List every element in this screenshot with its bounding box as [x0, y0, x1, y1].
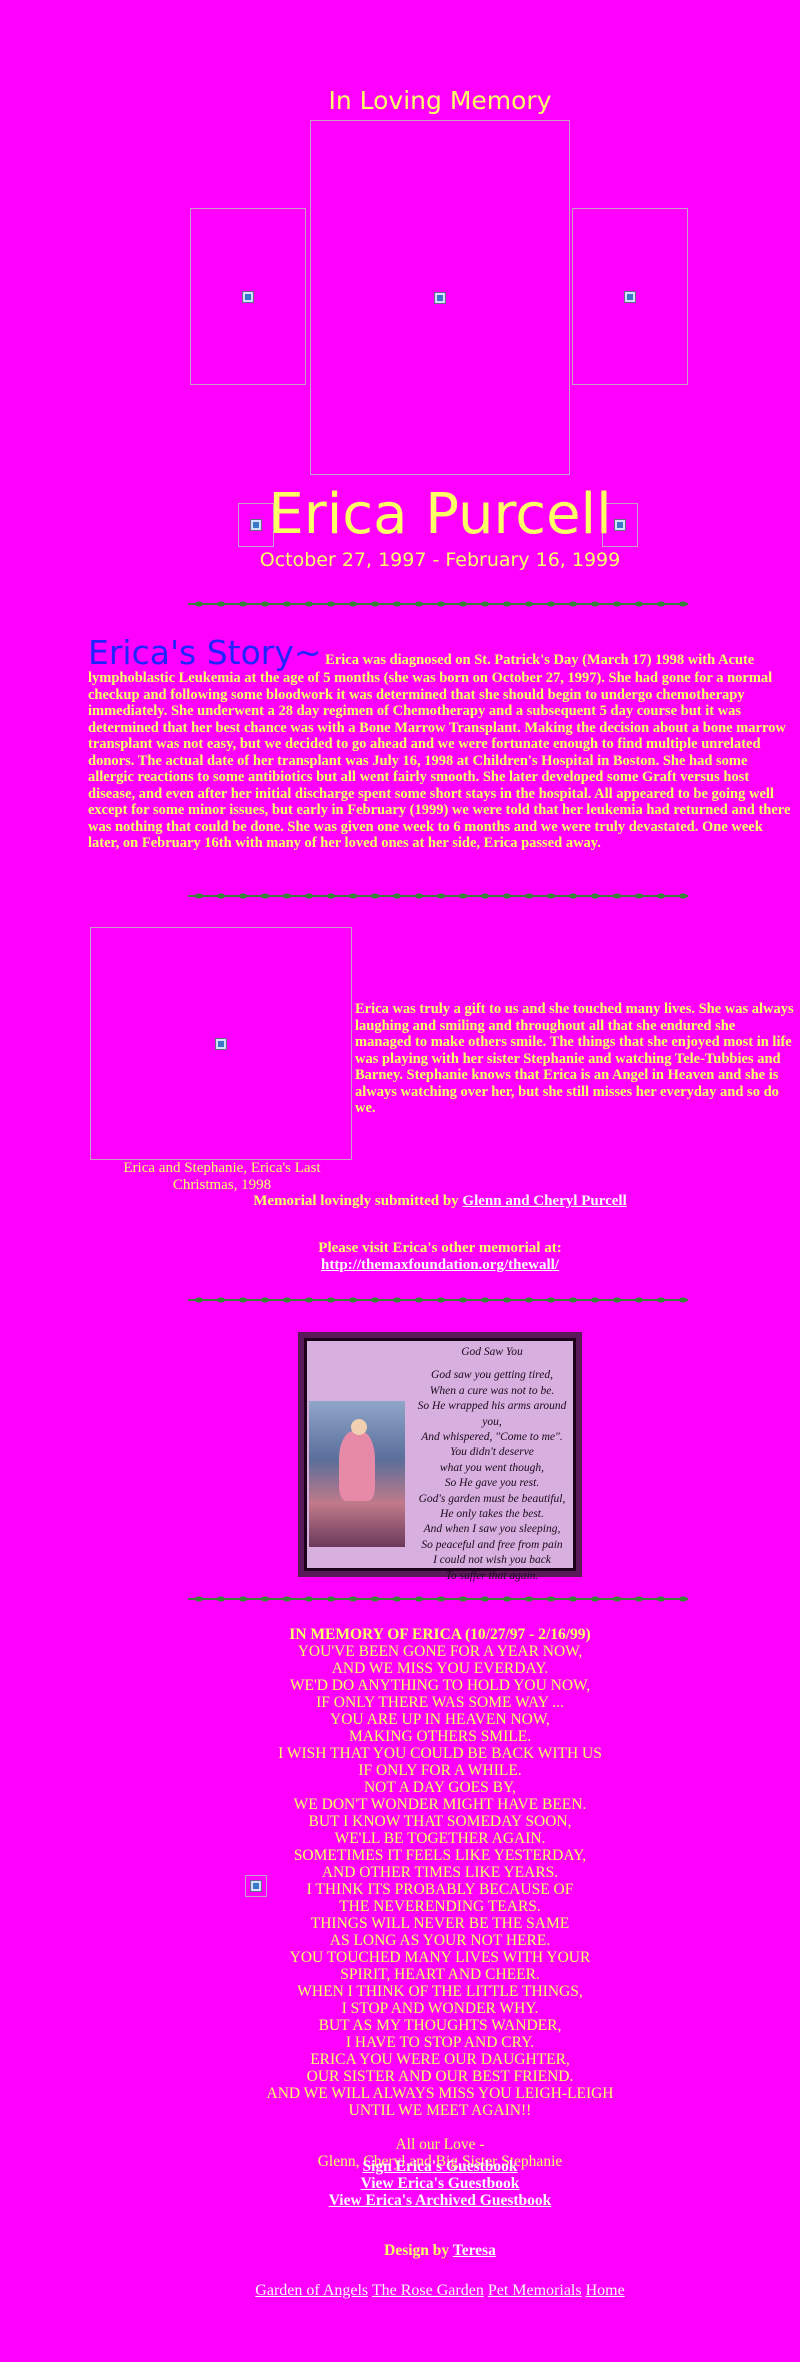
tribute-line: AND OTHER TIMES LIKE YEARS. — [321, 1864, 559, 1881]
tribute-line: YOU ARE UP IN HEAVEN NOW, — [330, 1711, 550, 1728]
tribute-line: MAKING OTHERS SMILE. — [348, 1728, 532, 1745]
tribute-poem: IN MEMORY OF ERICA (10/27/97 - 2/16/99) … — [0, 1626, 800, 2170]
view-guestbook-link[interactable]: View Erica's Guestbook — [361, 2175, 520, 2192]
right-photo — [572, 208, 688, 385]
tribute-line: I WISH THAT YOU COULD BE BACK WITH US — [278, 1745, 602, 1762]
vine-divider — [188, 888, 688, 904]
submitter-link[interactable]: Glenn and Cheryl Purcell — [462, 1193, 626, 1209]
tribute-line: I THINK ITS PROBABLY BECAUSE OF — [306, 1881, 574, 1898]
tribute-line: WE'LL BE TOGETHER AGAIN. — [334, 1830, 546, 1847]
gift-paragraph: Erica was truly a gift to us and she tou… — [355, 1001, 794, 1116]
memorial-dates: October 27, 1997 - February 16, 1999 — [259, 549, 621, 571]
poem-line: When a cure was not to be. — [429, 1384, 555, 1397]
tribute-line: AND WE WILL ALWAYS MISS YOU LEIGH-LEIGH — [266, 2085, 614, 2102]
story-section: Erica's Story~ Erica was diagnosed on St… — [88, 636, 793, 852]
tribute-line: NOT A DAY GOES BY, — [363, 1779, 517, 1796]
other-memorial-link[interactable]: http://themaxfoundation.org/thewall/ — [321, 1257, 559, 1273]
tribute-heading: IN MEMORY OF ERICA (10/27/97 - 2/16/99) — [289, 1626, 591, 1643]
broken-image-icon — [215, 1037, 227, 1050]
signoff-line: All our Love - — [395, 2136, 485, 2153]
poem-line: And whispered, "Come to me". — [421, 1431, 563, 1444]
story-text: Erica was diagnosed on St. Patrick's Day… — [88, 652, 791, 851]
sisters-photo — [90, 927, 352, 1160]
tribute-line: AND WE MISS YOU EVERDAY. — [331, 1660, 549, 1677]
archived-guestbook-link[interactable]: View Erica's Archived Guestbook — [329, 2192, 552, 2209]
broken-image-icon — [242, 290, 254, 303]
tribute-line: AS LONG AS YOUR NOT HERE. — [329, 1932, 551, 1949]
tribute-line: THINGS WILL NEVER BE THE SAME — [310, 1915, 570, 1932]
page-title: In Loving Memory — [328, 86, 552, 115]
tribute-line: OUR SISTER AND OUR BEST FRIEND. — [306, 2068, 574, 2085]
poem-line: what you went though, — [439, 1461, 545, 1474]
footer-link-home[interactable]: Home — [586, 2282, 625, 2299]
main-photo — [310, 120, 570, 475]
footer-nav: Garden of Angels The Rose Garden Pet Mem… — [0, 2282, 800, 2300]
guestbook-links: Sign Erica's Guestbook View Erica's Gues… — [0, 2158, 800, 2209]
vine-divider — [188, 1591, 688, 1607]
poem-line: You didn't deserve — [450, 1446, 534, 1459]
footer-link-garden-of-angels[interactable]: Garden of Angels — [255, 2282, 368, 2299]
tribute-line: YOU'VE BEEN GONE FOR A YEAR NOW, — [297, 1643, 583, 1660]
tribute-line: I STOP AND WONDER WHY. — [341, 2000, 539, 2017]
footer-link-pet-memorials[interactable]: Pet Memorials — [488, 2282, 582, 2299]
poem-line: To suffer that again. — [445, 1569, 539, 1582]
poem-text: God Saw You God saw you getting tired, W… — [407, 1345, 577, 1584]
poem-line: And when I saw you sleeping, — [423, 1523, 561, 1536]
submitted-by: Memorial lovingly submitted by Glenn and… — [0, 1193, 800, 1210]
poem-line: I could not wish you back — [433, 1554, 551, 1567]
poem-card: God Saw You God saw you getting tired, W… — [298, 1332, 582, 1582]
poem-title: God Saw You — [461, 1346, 523, 1358]
tribute-line: ERICA YOU WERE OUR DAUGHTER, — [310, 2051, 570, 2068]
poem-line: God saw you getting tired, — [431, 1369, 553, 1382]
poem-line: So peaceful and free from pain — [421, 1538, 563, 1551]
poem-line: God's garden must be beautiful, — [418, 1492, 566, 1505]
tribute-line: BUT I KNOW THAT SOMEDAY SOON, — [308, 1813, 572, 1830]
poem-line: So He gave you rest. — [444, 1477, 540, 1490]
tribute-line: WHEN I THINK OF THE LITTLE THINGS, — [297, 1983, 583, 2000]
footer-link-rose-garden[interactable]: The Rose Garden — [372, 2282, 484, 2299]
photo-caption: Erica and Stephanie, Erica's Last Christ… — [123, 1160, 321, 1193]
tribute-line: YOU TOUCHED MANY LIVES WITH YOUR — [289, 1949, 591, 1966]
tribute-line: WE DON'T WONDER MIGHT HAVE BEEN. — [293, 1796, 587, 1813]
sign-guestbook-link[interactable]: Sign Erica's Guestbook — [362, 2158, 517, 2175]
vine-divider — [188, 1292, 688, 1308]
tribute-line: I HAVE TO STOP AND CRY. — [345, 2034, 535, 2051]
broken-image-icon — [624, 290, 636, 303]
angel-image — [309, 1401, 405, 1547]
tribute-line: UNTIL WE MEET AGAIN!! — [348, 2102, 532, 2119]
left-photo — [190, 208, 306, 385]
tribute-line: SPIRIT, HEART AND CHEER. — [340, 1966, 540, 1983]
tribute-line: WE'D DO ANYTHING TO HOLD YOU NOW, — [289, 1677, 591, 1694]
vine-divider — [188, 596, 688, 612]
design-credit: Design by Teresa — [0, 2242, 800, 2260]
tribute-line: THE NEVERENDING TEARS. — [339, 1898, 541, 1915]
other-memorial: Please visit Erica's other memorial at: … — [0, 1240, 800, 1274]
poem-line: He only takes the best. — [440, 1508, 544, 1521]
designer-link[interactable]: Teresa — [453, 2242, 496, 2259]
memorial-name: Erica Purcell — [268, 482, 612, 547]
broken-image-icon — [434, 291, 446, 304]
other-memorial-prefix: Please visit Erica's other memorial at: — [318, 1240, 562, 1256]
story-heading: Erica's Story~ — [88, 633, 322, 672]
tribute-line: IF ONLY THERE WAS SOME WAY ... — [316, 1694, 564, 1711]
submitted-prefix: Memorial lovingly submitted by — [253, 1193, 459, 1209]
poem-line: So He wrapped his arms around you, — [417, 1400, 567, 1428]
design-prefix: Design by — [384, 2242, 450, 2259]
tribute-line: SOMETIMES IT FEELS LIKE YESTERDAY, — [293, 1847, 587, 1864]
tribute-line: IF ONLY FOR A WHILE. — [358, 1762, 522, 1779]
tribute-line: BUT AS MY THOUGHTS WANDER, — [318, 2017, 562, 2034]
